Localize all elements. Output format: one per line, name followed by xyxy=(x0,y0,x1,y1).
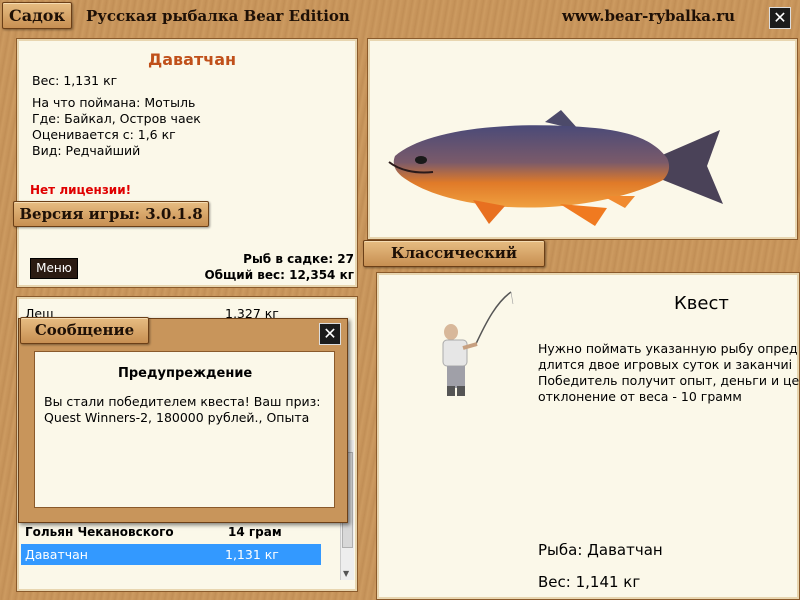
list-item-selected[interactable]: Даватчан 1,131 кг xyxy=(21,544,321,565)
char-fish-image xyxy=(388,110,723,226)
quest-weight: Вес: 1,141 кг xyxy=(538,573,641,591)
fish-weight: Вес: 1,131 кг xyxy=(32,73,118,88)
fish-rarity: Вид: Редчайший xyxy=(32,143,141,158)
fish-name: Даватчан xyxy=(148,50,237,69)
tab-classic-quest[interactable]: Классический квест xyxy=(363,240,545,287)
message-title-tab: Сообщение xyxy=(20,317,149,344)
angler-image xyxy=(442,291,514,396)
app-title: Русская рыбалка Bear Edition xyxy=(86,7,350,25)
selected-fish-name: Даватчан xyxy=(25,547,88,562)
version-label: Версия игры: 3.0.1.8 xyxy=(13,201,209,227)
quest-fish: Рыба: Даватчан xyxy=(538,541,663,559)
quest-text-line-4: отклонение от веса - 10 грамм xyxy=(538,389,742,404)
fish-count: Рыб в садке: 27 xyxy=(243,252,354,266)
fish-location: Где: Байкал, Остров чаек xyxy=(32,111,201,126)
message-text-line-1: Вы стали победителем квеста! Ваш приз: xyxy=(44,394,321,409)
total-weight: Общий вес: 12,354 кг xyxy=(204,268,354,282)
header-tab-sadok[interactable]: Садок xyxy=(2,2,72,29)
quest-text-line-3: Победитель получит опыт, деньги и це xyxy=(538,373,800,388)
list-item[interactable]: Гольян Чекановского xyxy=(25,525,174,539)
fish-valued-from: Оценивается с: 1,6 кг xyxy=(32,127,176,142)
message-text-line-2: Quest Winners-2, 180000 рублей., Опыта xyxy=(44,410,310,425)
quest-title: Квест xyxy=(674,293,729,314)
fish-bait: На что поймана: Мотыль xyxy=(32,95,196,110)
selected-fish-weight: 1,131 кг xyxy=(225,547,279,562)
site-link[interactable]: www.bear-rybalka.ru xyxy=(562,7,735,25)
list-item-weight: 14 грам xyxy=(228,525,282,539)
menu-button[interactable]: Меню xyxy=(30,258,78,279)
chevron-down-icon[interactable]: ▼ xyxy=(343,569,349,578)
close-icon[interactable]: ✕ xyxy=(319,323,341,345)
close-icon[interactable]: ✕ xyxy=(769,7,791,29)
quest-text-line-1: Нужно поймать указанную рыбу опред xyxy=(538,341,798,356)
no-license-warning: Нет лицензии! xyxy=(30,183,132,197)
message-heading: Предупреждение xyxy=(118,366,253,381)
quest-text-line-2: длится двое игровых суток и заканчиi xyxy=(538,357,793,372)
